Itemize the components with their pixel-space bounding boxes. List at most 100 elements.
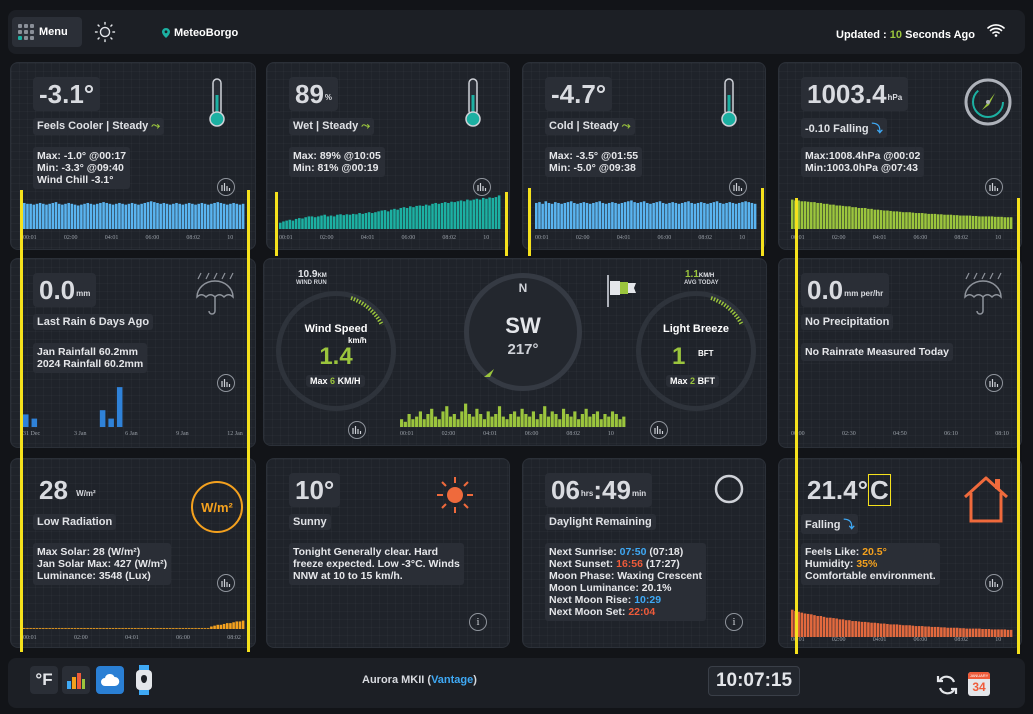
cloud-button[interactable] [96, 666, 124, 694]
x-tick-label: 10 [739, 235, 746, 241]
wind-avg-unit: KM/H [698, 273, 715, 279]
humidity-status-text: Wet | Steady [293, 120, 359, 132]
chart-bar [54, 202, 58, 229]
dewpoint-chart [535, 200, 757, 229]
chart-bar [294, 218, 298, 229]
chart-bar [965, 628, 968, 637]
chart-bar [351, 213, 355, 229]
chart-bar [898, 211, 902, 229]
feels-label: Feels Like: [805, 546, 860, 558]
chart-bar [291, 220, 295, 229]
house-icon [963, 476, 1009, 523]
chart-bar [165, 203, 169, 229]
solar-chart [23, 620, 245, 629]
chart-bar [31, 418, 38, 427]
wind-chart-button-left[interactable] [348, 421, 366, 439]
chart-bar [955, 627, 959, 637]
chart-bar [930, 213, 934, 229]
falling-trend-icon: ⤵ [843, 519, 855, 531]
chart-bar [320, 215, 323, 229]
chart-bar [848, 206, 851, 229]
dewpoint-stats: Max: -3.5° @01:55 Min: -5.0° @09:38 [545, 147, 643, 177]
beaufort-arc [710, 296, 744, 326]
watch-button[interactable] [130, 665, 158, 695]
chart-bar [345, 214, 349, 229]
chart-bar [543, 406, 547, 427]
chart-bar [535, 419, 539, 427]
chart-bar [241, 203, 245, 229]
rain-stats: Jan Rainfall 60.2mm 2024 Rainfall 60.2mm [33, 343, 148, 373]
unit-letter[interactable]: C [868, 474, 891, 506]
chart-bar [364, 213, 368, 229]
theme-toggle-sun-icon[interactable] [94, 21, 116, 43]
charts-button[interactable] [62, 666, 90, 694]
chart-bar [626, 201, 630, 229]
chart-bar [898, 624, 902, 637]
refresh-icon[interactable] [936, 674, 958, 696]
indoor-chart-button[interactable] [985, 574, 1003, 592]
chart-bar [1003, 217, 1007, 229]
chart-bar [486, 411, 490, 427]
device-link[interactable]: Vantage [431, 674, 473, 686]
chart-bar [614, 202, 617, 229]
chart-bar [539, 414, 543, 427]
wind-avg-label: AVG TODAY [684, 280, 719, 286]
menu-button[interactable]: Menu [12, 17, 82, 47]
chart-bar [661, 202, 665, 229]
chart-bar [873, 622, 877, 637]
daylight-info-button[interactable]: i [725, 613, 743, 631]
chart-bar [452, 414, 456, 427]
daylight-hours-unit: hrs [580, 489, 594, 498]
wifi-icon [987, 24, 1005, 37]
chart-bar [57, 628, 61, 629]
chart-bar [146, 202, 150, 229]
feels-like: Feels Like: 20.5° [805, 546, 936, 558]
humidity-card: 89% Wet | Steady ⤳ Max: 89% @10:05 Min: 8… [266, 62, 510, 250]
wind-direction: SW [505, 313, 541, 338]
chart-bar [51, 202, 55, 229]
chart-bar [873, 209, 877, 229]
chart-bar [26, 628, 29, 629]
chart-bar [310, 216, 314, 229]
chart-bar [191, 628, 194, 629]
chart-bar [51, 628, 55, 629]
chart-bar [348, 214, 352, 229]
station-location[interactable]: MeteoBorgo [162, 27, 238, 39]
chart-bar [437, 203, 441, 229]
chart-bar [57, 203, 61, 229]
solar-badge-text: W/m² [201, 499, 233, 515]
chart-bar [124, 204, 128, 229]
chart-bar [407, 414, 411, 427]
chart-bar [140, 203, 143, 229]
chart-bar [464, 403, 468, 427]
steady-trend-icon: ⤳ [151, 120, 161, 132]
highlight-line [505, 192, 508, 256]
fahrenheit-toggle[interactable]: °F [30, 666, 58, 694]
calendar-icon[interactable]: JANUARY 34 [968, 672, 990, 696]
rainrate-chart-button[interactable] [985, 374, 1003, 392]
chart-bar [80, 628, 83, 629]
chart-bar [73, 628, 77, 629]
chart-bar [421, 205, 425, 229]
chart-bar [197, 628, 200, 629]
moonrise-label: Next Moon Rise: [549, 594, 632, 606]
forecast-info-button[interactable]: i [469, 613, 487, 631]
forecast-text: Tonight Generally clear. Hard freeze exp… [289, 543, 464, 585]
chart-bar [528, 416, 532, 427]
x-tick-label: 02:30 [842, 431, 856, 437]
x-tick-label: 08:10 [995, 431, 1009, 437]
chart-bar [111, 628, 115, 629]
location-pin-icon [162, 28, 170, 38]
chart-bar [108, 418, 114, 427]
chart-bar [592, 414, 596, 427]
chart-bar [1009, 629, 1013, 637]
wind-card: 10.9KM WIND RUN 1.1KM/H AVG TODAY Wind S… [263, 258, 767, 446]
daylight-card: 06hrs:49min Daylight Remaining Next Sunr… [522, 458, 766, 648]
wind-chart-button-right[interactable] [650, 421, 668, 439]
chart-bar [64, 203, 67, 229]
temperature-max: Max: -1.0° @00:17 [37, 150, 127, 162]
chart-bar [467, 414, 471, 427]
chart-bar [810, 202, 813, 229]
chart-bar [111, 204, 115, 229]
x-tick-label: 08:02 [954, 637, 969, 643]
